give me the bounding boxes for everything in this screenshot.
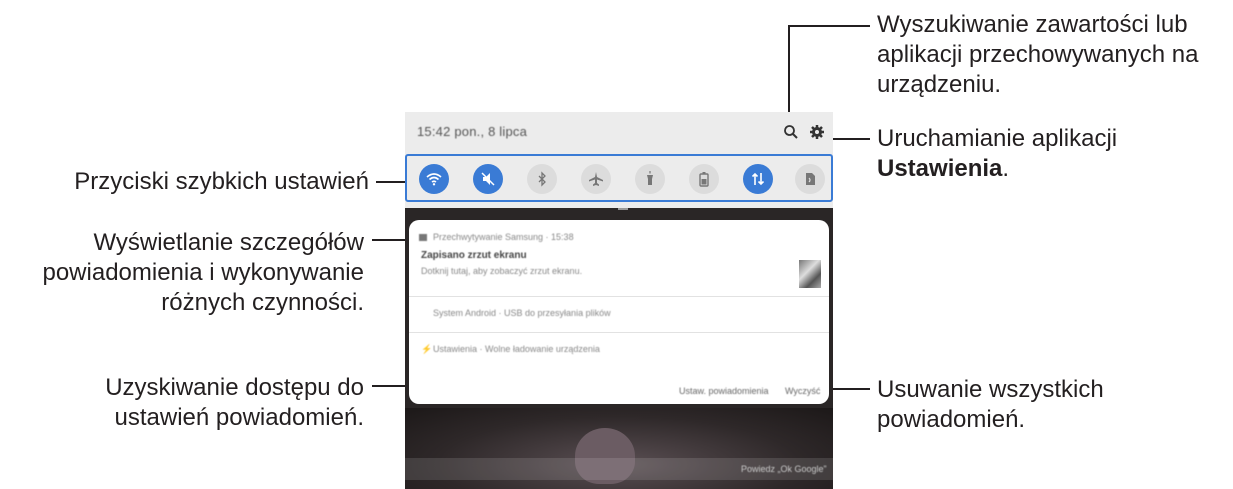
divider: [409, 332, 829, 333]
status-row: 15:42 pon., 8 lipca: [405, 112, 833, 154]
notification-title: Zapisano zrzut ekranu: [421, 250, 527, 261]
wifi-icon: [426, 173, 442, 186]
notification-card: Przechwytywanie Samsung · 15:38 Zapisano…: [409, 220, 829, 404]
notification-text: Dotknij tutaj, aby zobaczyć zrzut ekranu…: [421, 266, 583, 276]
quick-settings-buttons: [405, 154, 833, 202]
nfc-icon: [806, 173, 815, 185]
bluetooth-toggle[interactable]: [527, 164, 557, 194]
notification-app: System Android · USB do przesyłania plik…: [433, 308, 611, 318]
callout-notification-settings-text: Uzyskiwanie dostępu do ustawień powiadom…: [105, 374, 364, 431]
notification-panel: 15:42 pon., 8 lipca Przechwytywanie Sams…: [405, 112, 833, 489]
airplane-icon: [589, 172, 603, 186]
drag-handle[interactable]: [618, 208, 628, 210]
leader-line-search-v: [788, 25, 790, 125]
airplane-toggle[interactable]: [581, 164, 611, 194]
quick-settings-area: 15:42 pon., 8 lipca: [405, 112, 833, 208]
lightning-icon: ⚡: [421, 344, 433, 354]
leader-line-search-h: [788, 25, 870, 27]
battery-icon: [699, 172, 709, 187]
callout-settings-period: .: [1002, 155, 1010, 182]
bluetooth-icon: [538, 171, 546, 187]
callout-clear-all-text: Usuwanie wszystkich powiadomień.: [877, 376, 1104, 433]
data-arrows-icon: [751, 172, 765, 186]
callout-quick-settings: Przyciski szybkich ustawień: [20, 167, 369, 197]
callout-settings-bold: Ustawienia: [877, 155, 1003, 182]
notification-app: Przechwytywanie Samsung · 15:38: [433, 232, 574, 242]
callout-search-text: Wyszukiwanie zawartości lub aplikacji pr…: [877, 11, 1199, 98]
google-search-bar[interactable]: Powiedz „Ok Google”: [405, 458, 833, 480]
callout-settings-text: Uruchamianie aplikacji: [877, 125, 1118, 152]
callout-settings: Uruchamianie aplikacji Ustawienia.: [877, 124, 1227, 184]
search-icon[interactable]: [783, 124, 799, 140]
gear-icon[interactable]: [809, 124, 825, 140]
divider: [409, 296, 829, 297]
callout-clear-all: Usuwanie wszystkich powiadomień.: [877, 375, 1177, 435]
google-hint: Powiedz „Ok Google”: [741, 464, 827, 474]
notification-app: Ustawienia · Wolne ładowanie urządzenia: [433, 344, 600, 354]
callout-notification-details-text: Wyświetlanie szczegółów powiadomienia i …: [42, 229, 364, 316]
callout-quick-settings-text: Przyciski szybkich ustawień: [74, 168, 369, 195]
mobile-data-toggle[interactable]: [743, 164, 773, 194]
screenshot-thumbnail: [799, 260, 821, 288]
battery-saver-toggle[interactable]: [689, 164, 719, 194]
wifi-toggle[interactable]: [419, 164, 449, 194]
leader-line-quick-settings: [376, 181, 406, 183]
mute-icon: [481, 172, 495, 186]
notification-settings-button[interactable]: Ustaw. powiadomienia: [679, 386, 769, 396]
callout-notification-details: Wyświetlanie szczegółów powiadomienia i …: [0, 228, 364, 318]
callout-notification-settings: Uzyskiwanie dostępu do ustawień powiadom…: [40, 373, 364, 433]
status-time: 15:42 pon., 8 lipca: [417, 124, 528, 139]
wallpaper: Powiedz „Ok Google”: [405, 408, 833, 489]
clear-all-button[interactable]: Wyczyść: [785, 386, 820, 396]
sound-toggle[interactable]: [473, 164, 503, 194]
app-icon: [419, 234, 427, 241]
flashlight-icon: [647, 171, 653, 185]
nfc-toggle[interactable]: [795, 164, 825, 194]
flashlight-toggle[interactable]: [635, 164, 665, 194]
callout-search: Wyszukiwanie zawartości lub aplikacji pr…: [877, 10, 1227, 100]
